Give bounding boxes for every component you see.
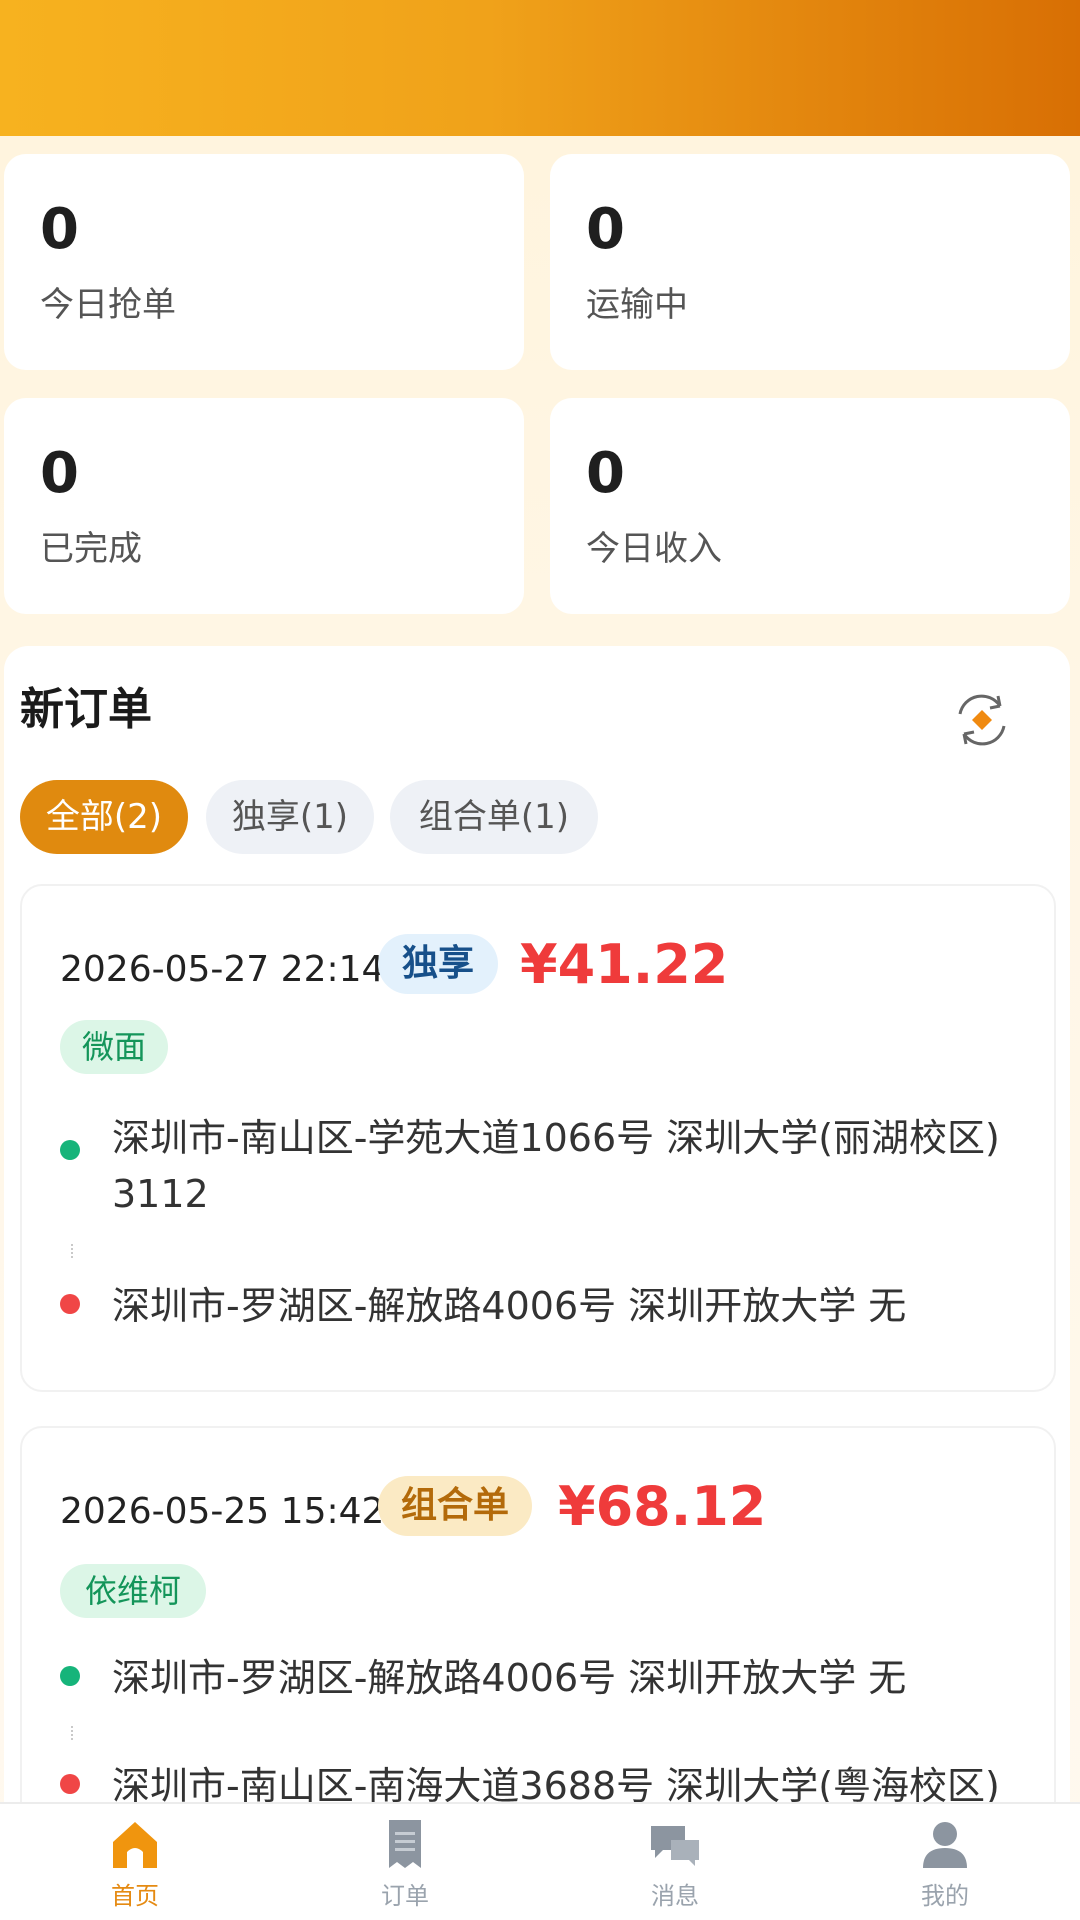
tab-home[interactable]: 首页 — [0, 1804, 270, 1920]
bottom-tab-bar: 首页 订单 消息 我的 — [0, 1802, 1080, 1920]
stat-value: 0 — [40, 441, 79, 506]
stat-label: 运输中 — [586, 285, 688, 325]
tab-messages[interactable]: 消息 — [540, 1804, 810, 1920]
order-price: ¥41.22 — [520, 933, 729, 996]
route-connector — [71, 1244, 73, 1258]
filter-tab-all[interactable]: 全部(2) — [20, 780, 188, 854]
stat-card-in-transit[interactable]: 0 运输中 — [550, 154, 1070, 370]
tab-label: 订单 — [381, 1882, 429, 1910]
refresh-location-icon[interactable] — [950, 688, 1014, 752]
new-orders-panel: 新订单 全部(2) 独享(1) 组合单(1) 2026-05-27 22:14 … — [4, 646, 1070, 1920]
route-connector — [71, 1726, 73, 1740]
order-card[interactable]: 2026-05-27 22:14 独享 ¥41.22 微面 深圳市-南山区-学苑… — [20, 884, 1056, 1392]
dropoff-dot-icon — [60, 1774, 80, 1794]
tab-orders[interactable]: 订单 — [270, 1804, 540, 1920]
stat-value: 0 — [586, 197, 625, 262]
dropoff-dot-icon — [60, 1294, 80, 1314]
header-banner — [0, 0, 1080, 136]
pickup-address-text: 深圳市-罗湖区-解放路4006号 深圳开放大学 无 — [112, 1656, 907, 1700]
dropoff-address-text: 深圳市-罗湖区-解放路4006号 深圳开放大学 无 — [112, 1284, 907, 1328]
home-icon — [113, 1822, 157, 1868]
stat-label: 今日抢单 — [40, 285, 176, 325]
stat-label: 已完成 — [40, 529, 142, 569]
tab-profile[interactable]: 我的 — [810, 1804, 1080, 1920]
vehicle-tag: 依维柯 — [60, 1564, 206, 1618]
tab-label: 首页 — [111, 1882, 159, 1910]
message-icon — [651, 1826, 699, 1866]
stat-card-today-grabbed[interactable]: 0 今日抢单 — [4, 154, 524, 370]
order-time: 2026-05-25 15:42 — [60, 1491, 385, 1532]
driver-home-page: 0 今日抢单 0 运输中 0 已完成 0 今日收入 新订单 全部(2) 独享(1… — [0, 0, 1080, 1920]
order-price: ¥68.12 — [558, 1475, 767, 1538]
order-type-badge: 组合单 — [378, 1476, 532, 1536]
tab-label: 我的 — [921, 1882, 969, 1910]
pickup-dot-icon — [60, 1666, 80, 1686]
pickup-dot-icon — [60, 1140, 80, 1160]
vehicle-tag: 微面 — [60, 1020, 168, 1074]
filter-tab-combined[interactable]: 组合单(1) — [390, 780, 598, 854]
order-time: 2026-05-27 22:14 — [60, 949, 385, 990]
section-title: 新订单 — [20, 684, 152, 735]
pickup-address: 深圳市-南山区-学苑大道1066号 深圳大学(丽湖校区) 3112 — [60, 1110, 1040, 1222]
pickup-address: 深圳市-罗湖区-解放路4006号 深圳开放大学 无 — [60, 1650, 1040, 1706]
tab-label: 消息 — [651, 1882, 699, 1910]
dropoff-address: 深圳市-罗湖区-解放路4006号 深圳开放大学 无 — [60, 1278, 1040, 1334]
user-icon — [923, 1822, 967, 1868]
stat-label: 今日收入 — [586, 529, 722, 569]
stat-value: 0 — [586, 441, 625, 506]
stat-value: 0 — [40, 197, 79, 262]
stat-card-completed[interactable]: 0 已完成 — [4, 398, 524, 614]
order-list-icon — [389, 1820, 421, 1868]
pickup-address-text: 深圳市-南山区-学苑大道1066号 深圳大学(丽湖校区) 3112 — [112, 1116, 1000, 1216]
stat-card-today-income[interactable]: 0 今日收入 — [550, 398, 1070, 614]
filter-tab-exclusive[interactable]: 独享(1) — [206, 780, 374, 854]
order-type-badge: 独享 — [378, 934, 498, 994]
